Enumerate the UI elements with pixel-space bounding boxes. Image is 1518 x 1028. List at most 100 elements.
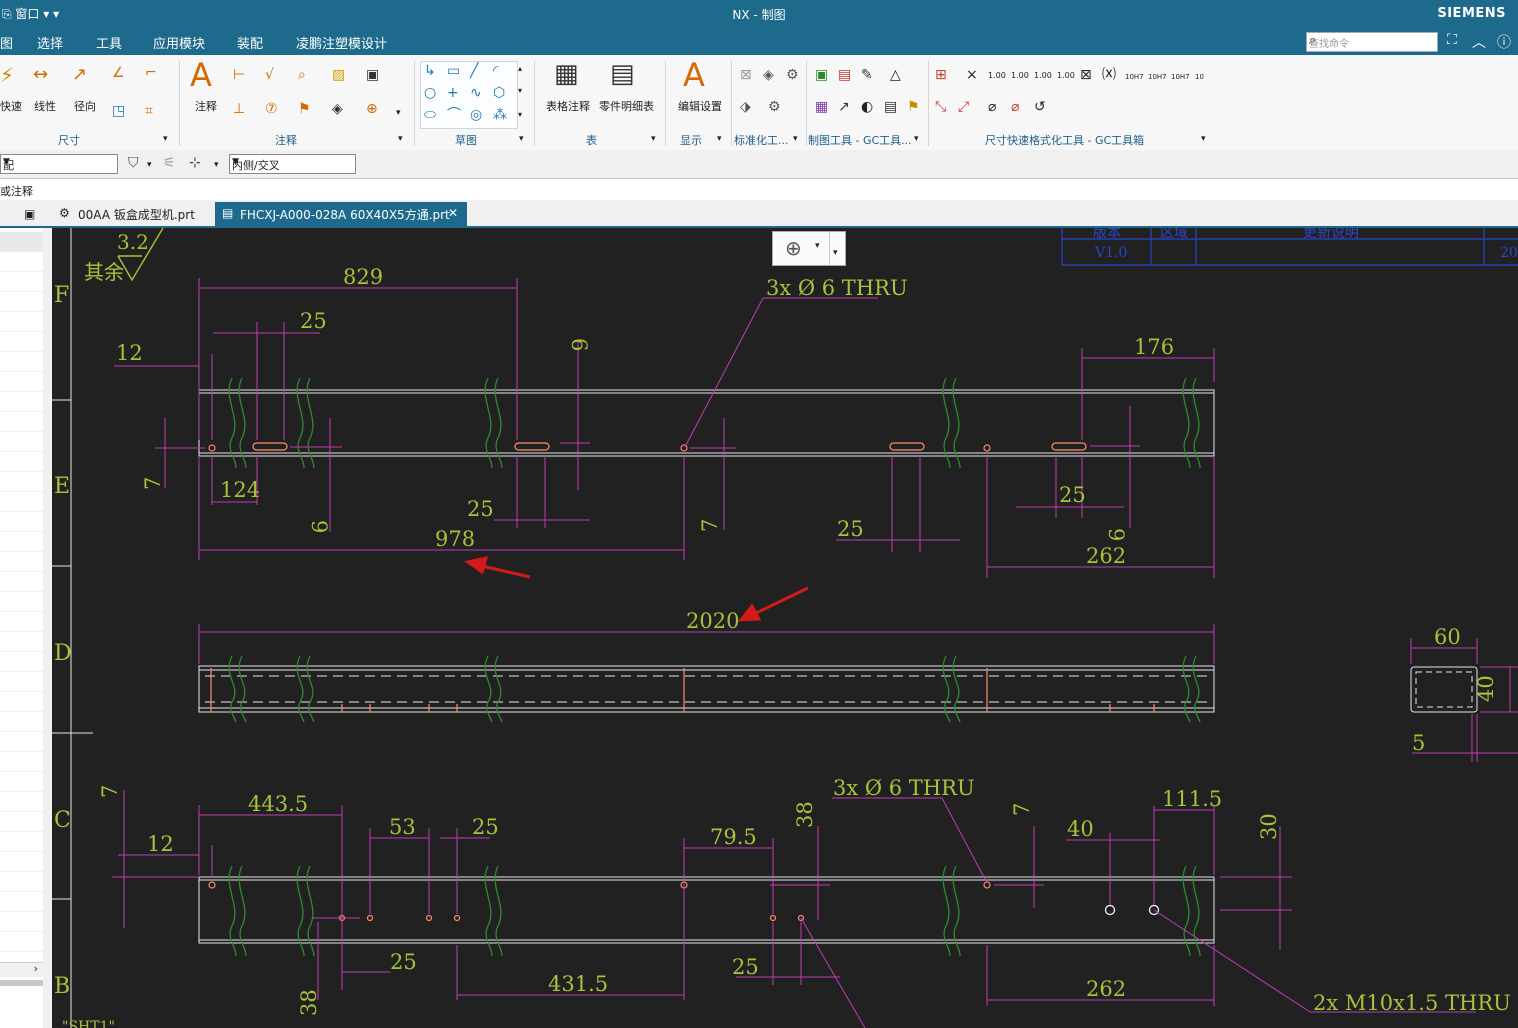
chevron-down-icon[interactable]: ▾ bbox=[214, 157, 219, 173]
menu-item-select[interactable]: 选择 bbox=[37, 33, 63, 52]
tabular-note-label[interactable]: 表格注释 bbox=[546, 98, 590, 114]
list-item[interactable] bbox=[0, 692, 43, 712]
note-icon[interactable]: A bbox=[190, 57, 212, 93]
dim-format-3-icon[interactable]: ⤢ bbox=[958, 99, 969, 115]
fit-10-icon[interactable]: 10 bbox=[1195, 69, 1204, 85]
command-search-input[interactable]: 查找命令 ⌕ bbox=[1306, 32, 1438, 52]
quick-dimension-label[interactable]: 快速 bbox=[0, 98, 22, 114]
select-filter-icon[interactable]: ⚟ bbox=[163, 155, 176, 171]
maximize-icon[interactable]: ▣ bbox=[24, 206, 35, 222]
list-item[interactable] bbox=[0, 512, 43, 532]
angular-dimension-icon[interactable]: ∠ bbox=[112, 65, 125, 81]
profile-icon[interactable]: ↳ bbox=[424, 63, 436, 79]
tolerance-02-icon[interactable]: 1.00 bbox=[1011, 68, 1029, 84]
chevron-down-icon[interactable]: ▾ bbox=[651, 131, 656, 147]
gc-tool-7-icon[interactable]: ▤ bbox=[884, 99, 897, 115]
gc-tool-2-icon[interactable]: ▤ bbox=[838, 67, 851, 83]
close-tab-icon[interactable]: ✕ bbox=[448, 206, 458, 220]
tolerance-03-icon[interactable]: 1.00 bbox=[1034, 68, 1052, 84]
scroll-thumb[interactable] bbox=[0, 980, 43, 986]
dim-clear-icon[interactable]: × bbox=[966, 67, 978, 83]
parts-list-icon[interactable]: ▤ bbox=[610, 59, 635, 89]
chevron-down-icon[interactable]: ▾ bbox=[398, 131, 403, 147]
weld-symbol-icon[interactable]: ⚑ bbox=[298, 101, 311, 117]
tolerance-04-icon[interactable]: 1.00 bbox=[1057, 68, 1075, 84]
list-item[interactable] bbox=[0, 532, 43, 552]
balloon-icon[interactable]: ⑦ bbox=[265, 101, 278, 117]
gc-tool-3-icon[interactable]: ✎ bbox=[861, 67, 873, 83]
list-item[interactable] bbox=[0, 812, 43, 832]
radial-dimension-icon[interactable]: ↗ bbox=[72, 66, 87, 84]
list-item[interactable] bbox=[0, 792, 43, 812]
chevron-down-icon[interactable]: ▾ bbox=[717, 131, 722, 147]
list-item[interactable] bbox=[0, 592, 43, 612]
list-item[interactable] bbox=[0, 892, 43, 912]
list-item[interactable] bbox=[0, 932, 43, 952]
fit-10h7-tol-icon[interactable]: 10H7 bbox=[1148, 69, 1167, 85]
chevron-down-icon[interactable]: ▾ bbox=[815, 241, 820, 251]
rectangle-icon[interactable]: ▭ bbox=[447, 63, 460, 79]
list-item[interactable] bbox=[0, 872, 43, 892]
radial-dimension-label[interactable]: 径向 bbox=[74, 98, 96, 114]
menu-item-assembly[interactable]: 装配 bbox=[237, 33, 263, 52]
center-mark-icon[interactable]: ⊕ bbox=[366, 101, 378, 117]
list-item[interactable] bbox=[0, 912, 43, 932]
gc-tool-8-icon[interactable]: ⚑ bbox=[907, 99, 920, 115]
undo-format-icon[interactable]: ↺ bbox=[1034, 99, 1046, 115]
list-item[interactable] bbox=[0, 632, 43, 652]
edit-settings-label[interactable]: 编辑设置 bbox=[678, 98, 722, 114]
gallery-up-icon[interactable]: ▴ bbox=[518, 61, 522, 77]
list-item[interactable] bbox=[0, 752, 43, 772]
panel-splitter[interactable] bbox=[43, 228, 52, 1028]
point-icon[interactable]: + bbox=[447, 85, 459, 101]
tabular-note-icon[interactable]: ▦ bbox=[554, 59, 579, 89]
snap-point-icon[interactable]: ⊹ bbox=[189, 155, 201, 171]
list-item[interactable] bbox=[0, 292, 43, 312]
list-item[interactable] bbox=[0, 572, 43, 592]
chevron-down-icon[interactable]: ▾ bbox=[1201, 131, 1206, 147]
list-item[interactable] bbox=[0, 672, 43, 692]
list-item[interactable] bbox=[0, 772, 43, 792]
snap-point-icon[interactable]: ⊕ bbox=[785, 236, 802, 260]
chevron-down-icon[interactable]: ▾ bbox=[914, 131, 919, 147]
drawing-canvas[interactable]: F E D C B 3.2 其余 版本 区域 更新说明 V1.0 20 829 … bbox=[52, 228, 1518, 1028]
conic-icon[interactable]: ⌒ bbox=[447, 107, 461, 123]
chevron-down-icon[interactable]: ▾ bbox=[147, 157, 152, 173]
chevron-down-icon[interactable]: ▾ bbox=[519, 131, 524, 147]
offset-curve-icon[interactable]: ◎ bbox=[470, 107, 482, 123]
list-item[interactable] bbox=[0, 372, 43, 392]
list-item[interactable] bbox=[0, 732, 43, 752]
selection-scope-icon[interactable]: ⛉ bbox=[128, 155, 139, 171]
detail-view-icon[interactable]: ⌕ bbox=[298, 67, 306, 83]
list-item[interactable] bbox=[0, 852, 43, 872]
fullscreen-icon[interactable]: ⛶ bbox=[1447, 32, 1457, 48]
list-item[interactable] bbox=[0, 352, 43, 372]
diameter-icon[interactable]: ⌀ bbox=[988, 99, 996, 115]
gc-tool-1-icon[interactable]: ▣ bbox=[815, 67, 828, 83]
tab-active-drawing[interactable]: ▤ FHCXJ-A000-028A 60X40X5方通.prt ✕ bbox=[215, 202, 467, 226]
parts-list-label[interactable]: 零件明细表 bbox=[599, 98, 654, 114]
chevron-right-icon[interactable]: › bbox=[34, 962, 38, 975]
collapse-ribbon-icon[interactable]: ︿ bbox=[1472, 32, 1486, 52]
quick-dimension-icon[interactable]: ⚡ bbox=[0, 65, 14, 85]
list-item[interactable] bbox=[0, 412, 43, 432]
image-icon[interactable]: ▣ bbox=[366, 67, 379, 83]
menu-item-view[interactable]: 图 bbox=[0, 33, 13, 52]
line-icon[interactable]: ╱ bbox=[470, 63, 478, 79]
edit-settings-icon[interactable]: A bbox=[683, 57, 705, 93]
diameter-red-icon[interactable]: ⌀ bbox=[1011, 99, 1019, 115]
surface-finish-icon[interactable]: √ bbox=[265, 67, 274, 83]
list-item[interactable] bbox=[0, 712, 43, 732]
chevron-down-icon[interactable]: ▾ bbox=[396, 105, 401, 121]
chamfer-dimension-icon[interactable]: ⌐ bbox=[145, 65, 157, 81]
list-item[interactable] bbox=[0, 612, 43, 632]
triangle-icon[interactable]: △ bbox=[890, 67, 901, 83]
gallery-more-icon[interactable]: ▾ bbox=[518, 107, 522, 123]
list-item[interactable] bbox=[0, 452, 43, 472]
list-item[interactable] bbox=[0, 272, 43, 292]
list-item[interactable] bbox=[0, 252, 43, 272]
reference-dimension-icon[interactable]: ⒳ bbox=[1102, 67, 1116, 83]
arc-icon[interactable]: ◜ bbox=[493, 63, 498, 79]
list-item[interactable] bbox=[0, 472, 43, 492]
list-item[interactable] bbox=[0, 652, 43, 672]
